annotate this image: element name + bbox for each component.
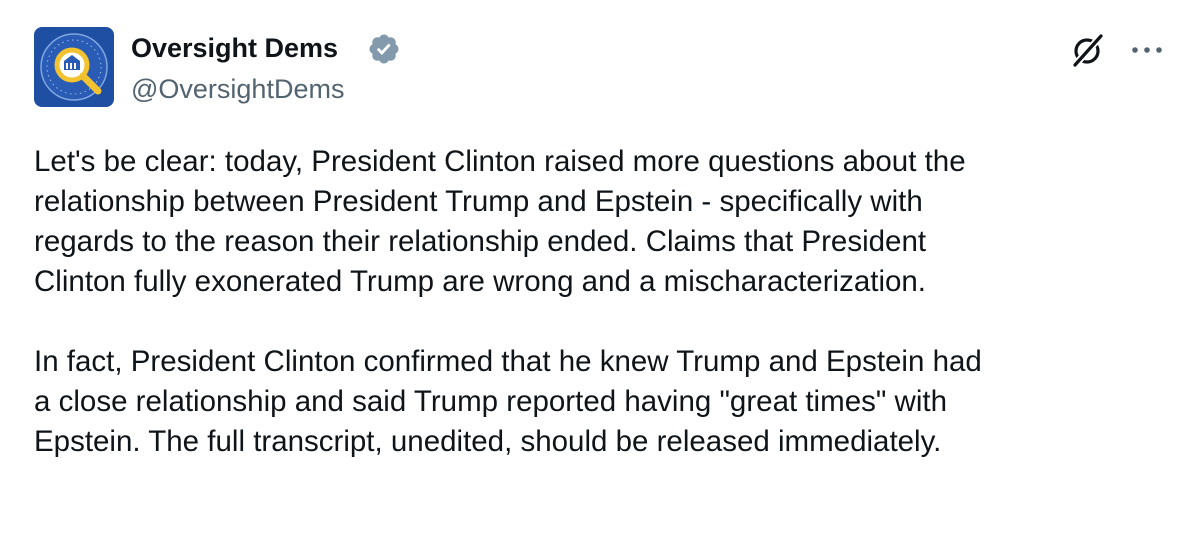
user-handle[interactable]: @OversightDems — [131, 73, 344, 105]
display-name[interactable]: Oversight Dems — [131, 31, 338, 65]
grok-slash-icon[interactable] — [1068, 30, 1108, 70]
avatar[interactable] — [34, 27, 114, 107]
text-line: regards to the reason their relationship… — [34, 225, 927, 258]
oversight-seal-logo — [34, 27, 114, 107]
tweet-text: Let's be clear: today, President Clinton… — [34, 142, 1184, 462]
text-line: relationship between President Trump and… — [34, 185, 923, 218]
text-line: In fact, President Clinton confirmed tha… — [34, 345, 982, 378]
text-line: a close relationship and said Trump repo… — [34, 385, 947, 418]
tweet-card: Oversight Dems @OversightDems Let's be c… — [0, 0, 1202, 540]
verified-badge-icon[interactable] — [367, 32, 401, 66]
tweet-paragraph: Let's be clear: today, President Clinton… — [34, 142, 1184, 302]
text-line: Epstein. The full transcript, unedited, … — [34, 425, 942, 458]
text-line: Let's be clear: today, President Clinton… — [34, 145, 966, 178]
more-dots-icon[interactable] — [1125, 30, 1169, 70]
tweet-paragraph: In fact, President Clinton confirmed tha… — [34, 342, 1184, 462]
text-line: Clinton fully exonerated Trump are wrong… — [34, 265, 927, 298]
